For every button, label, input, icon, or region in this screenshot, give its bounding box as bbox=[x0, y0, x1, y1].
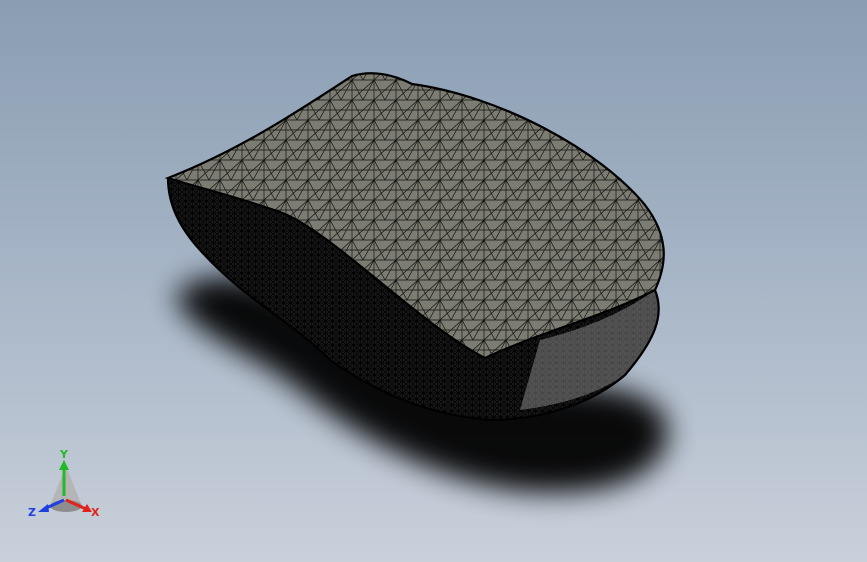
triad-y-arrow bbox=[59, 460, 69, 470]
graphics-viewport[interactable]: Y X Z bbox=[0, 0, 867, 562]
triad-z-arrow bbox=[38, 504, 49, 512]
model-scene[interactable] bbox=[0, 0, 867, 562]
triad-z-label: Z bbox=[28, 506, 36, 519]
triad-x-label: X bbox=[91, 506, 100, 519]
triad-y-label: Y bbox=[59, 450, 69, 461]
orientation-triad[interactable]: Y X Z bbox=[26, 450, 106, 520]
